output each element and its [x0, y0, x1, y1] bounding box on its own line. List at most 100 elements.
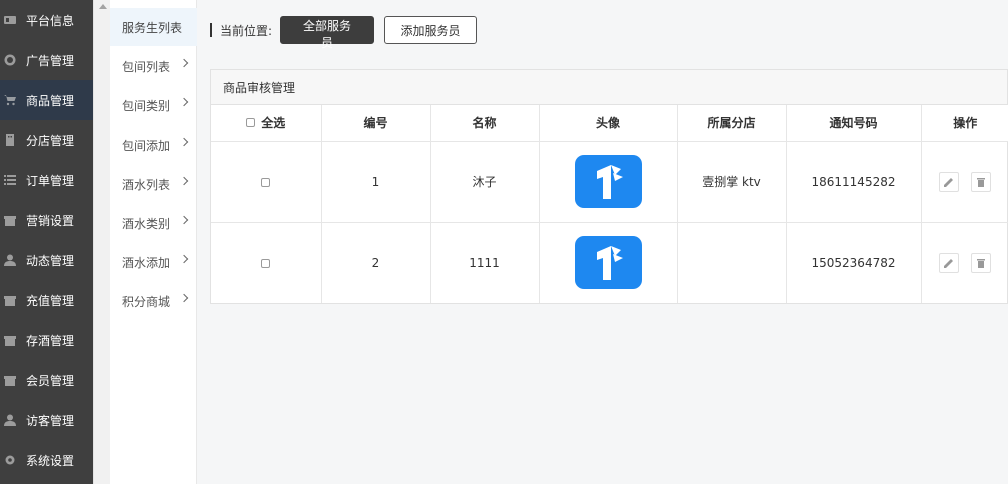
sidebar-item-recharge[interactable]: 充值管理 — [0, 280, 93, 320]
waiter-table: 全选 编号 名称 头像 所属分店 通知号码 操作 1 沐子 壹捌掌 ktv 18… — [211, 105, 1008, 303]
subnav-item-label: 积分商城 — [122, 294, 171, 309]
subnav-item-drinks-add[interactable]: 酒水添加 — [110, 244, 197, 280]
gift-icon — [4, 374, 16, 386]
sidebar-item-visitors[interactable]: 访客管理 — [0, 400, 93, 440]
sidebar-item-label: 会员管理 — [26, 373, 75, 388]
chevron-right-icon — [179, 254, 189, 264]
chevron-right-icon — [179, 97, 189, 107]
pencil-icon — [944, 258, 954, 268]
row-checkbox[interactable] — [261, 177, 271, 187]
header-phone: 通知号码 — [786, 105, 922, 142]
subnav-item-label: 包间类别 — [122, 98, 171, 113]
row-actions — [921, 222, 1008, 303]
chevron-right-icon — [179, 176, 189, 186]
subnav-item-label: 包间列表 — [122, 59, 171, 74]
user-icon — [4, 254, 16, 266]
subnav-item-waiter-list[interactable]: 服务生列表 — [110, 8, 197, 46]
edit-button[interactable] — [939, 171, 960, 192]
secondary-nav: 服务生列表 包间列表 包间类别 包间添加 酒水列表 酒水类别 酒水添加 积分商城 — [110, 0, 197, 484]
row-phone: 15052364782 — [786, 222, 922, 303]
scroll-up-arrow-icon[interactable] — [99, 4, 107, 9]
panel-title: 商品审核管理 — [211, 70, 1007, 105]
app-logo-icon — [596, 165, 623, 199]
sidebar-item-products[interactable]: 商品管理 — [0, 80, 93, 120]
id-card-icon — [4, 14, 16, 26]
header-avatar: 头像 — [539, 105, 678, 142]
row-actions — [921, 141, 1008, 223]
subnav-item-points-mall[interactable]: 积分商城 — [110, 283, 197, 319]
subnav-item-label: 酒水类别 — [122, 216, 171, 231]
subnav-item-drinks-list[interactable]: 酒水列表 — [110, 166, 197, 202]
sidebar-item-label: 营销设置 — [26, 213, 75, 228]
delete-button[interactable] — [971, 171, 992, 192]
sidebar-item-orders[interactable]: 订单管理 — [0, 160, 93, 200]
gift-icon — [4, 334, 16, 346]
header-actions: 操作 — [921, 105, 1008, 142]
list-icon — [4, 174, 16, 186]
sidebar-scrollbar[interactable] — [93, 0, 110, 484]
pencil-icon — [944, 177, 954, 187]
row-branch: 壹捌掌 ktv — [677, 141, 787, 223]
trash-icon — [977, 258, 986, 268]
sidebar-item-label: 分店管理 — [26, 133, 75, 148]
header-name: 名称 — [430, 105, 540, 142]
header-id: 编号 — [321, 105, 431, 142]
row-id: 1 — [321, 141, 431, 223]
subnav-item-room-add[interactable]: 包间添加 — [110, 127, 197, 163]
row-name: 1111 — [430, 222, 540, 303]
sidebar-item-wine-storage[interactable]: 存酒管理 — [0, 320, 93, 360]
sidebar-item-label: 系统设置 — [26, 453, 75, 468]
row-select-cell — [211, 222, 322, 303]
sidebar-item-label: 平台信息 — [26, 13, 75, 28]
sidebar-item-branches[interactable]: 分店管理 — [0, 120, 93, 160]
main-content: 当前位置: 全部服务员 添加服务员 商品审核管理 全选 编号 名称 头像 所属分… — [198, 0, 1008, 484]
sidebar-item-label: 充值管理 — [26, 293, 75, 308]
building-icon — [4, 134, 16, 146]
row-select-cell — [211, 141, 322, 223]
header-select-all[interactable]: 全选 — [211, 105, 322, 142]
header-branch: 所属分店 — [677, 105, 787, 142]
subnav-item-room-list[interactable]: 包间列表 — [110, 48, 197, 84]
avatar — [574, 236, 642, 290]
subnav-item-drinks-category[interactable]: 酒水类别 — [110, 205, 197, 241]
sidebar-item-label: 动态管理 — [26, 253, 75, 268]
subnav-item-label: 服务生列表 — [122, 20, 183, 35]
gear-icon — [4, 454, 16, 466]
sidebar-item-platform-info[interactable]: 平台信息 — [0, 0, 93, 40]
chevron-right-icon — [179, 58, 189, 68]
gift-icon — [4, 294, 16, 306]
row-name: 沐子 — [430, 141, 540, 223]
trash-icon — [977, 177, 986, 187]
row-phone: 18611145282 — [786, 141, 922, 223]
table-header-row: 全选 编号 名称 头像 所属分店 通知号码 操作 — [211, 105, 1008, 142]
sidebar-item-ads[interactable]: 广告管理 — [0, 40, 93, 80]
subnav-item-room-category[interactable]: 包间类别 — [110, 87, 197, 123]
gift-icon — [4, 214, 16, 226]
row-id: 2 — [321, 222, 431, 303]
header-label: 全选 — [261, 116, 286, 131]
sidebar-item-marketing[interactable]: 营销设置 — [0, 200, 93, 240]
sidebar-item-label: 商品管理 — [26, 93, 75, 108]
delete-button[interactable] — [971, 252, 992, 273]
select-all-checkbox[interactable] — [246, 118, 256, 128]
avatar — [574, 155, 642, 208]
row-checkbox[interactable] — [261, 258, 271, 268]
edit-button[interactable] — [939, 252, 960, 273]
all-waiters-button[interactable]: 全部服务员 — [280, 16, 375, 50]
add-waiter-button[interactable]: 添加服务员 — [384, 16, 478, 44]
table-row: 2 1111 15052364782 — [211, 222, 1008, 303]
location-label: 当前位置: — [220, 23, 273, 38]
cart-icon — [4, 94, 16, 106]
sidebar-item-settings[interactable]: 系统设置 — [0, 440, 93, 480]
globe-icon — [4, 54, 16, 66]
app-logo-icon — [596, 246, 623, 281]
subnav-item-label: 酒水列表 — [122, 177, 171, 192]
chevron-right-icon — [179, 137, 189, 147]
row-avatar-cell — [539, 141, 678, 223]
row-avatar-cell — [539, 222, 678, 303]
sidebar-item-label: 存酒管理 — [26, 333, 75, 348]
sidebar-item-news[interactable]: 动态管理 — [0, 240, 93, 280]
sidebar-item-members[interactable]: 会员管理 — [0, 360, 93, 400]
table-row: 1 沐子 壹捌掌 ktv 18611145282 — [211, 141, 1008, 223]
location-divider — [210, 23, 212, 37]
